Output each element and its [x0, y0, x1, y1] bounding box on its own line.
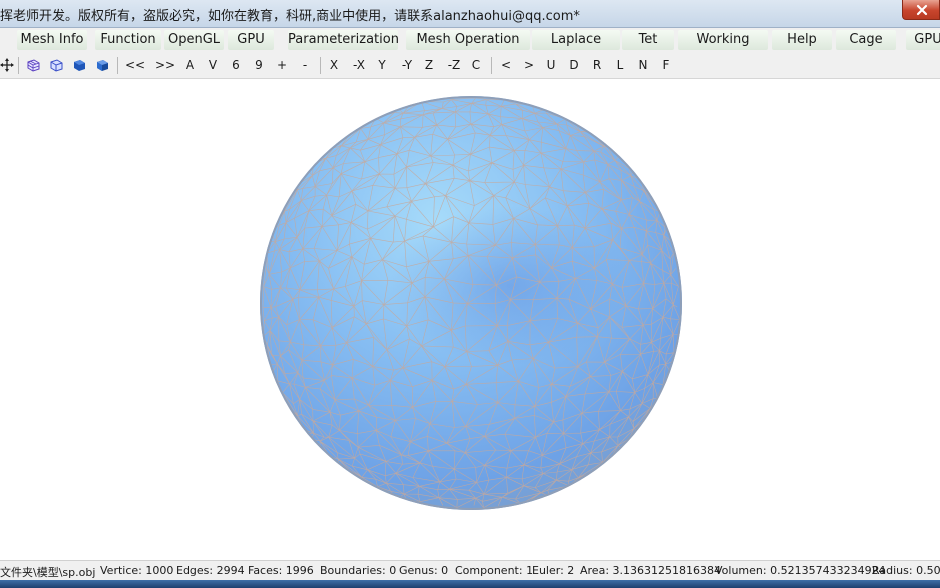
- close-icon: [916, 4, 928, 16]
- menu-gpu-2[interactable]: GPU: [906, 30, 940, 50]
- mesh-outline-icon[interactable]: [49, 58, 63, 72]
- nine-button[interactable]: 9: [251, 57, 267, 73]
- view-z-button[interactable]: Z: [421, 57, 437, 73]
- toolbar-separator: [320, 57, 321, 74]
- v-button[interactable]: V: [205, 57, 221, 73]
- status-file-path: 文件夹\模型\sp.obj: [0, 566, 96, 579]
- toolbar-separator: [491, 57, 492, 74]
- view-neg-x-button[interactable]: -X: [349, 57, 369, 73]
- menu-mesh-info[interactable]: Mesh Info: [17, 30, 87, 50]
- toolbar-separator: [18, 57, 19, 74]
- menu-opengl[interactable]: OpenGL: [164, 30, 224, 50]
- view-neg-z-button[interactable]: -Z: [444, 57, 464, 73]
- wireframe-icon[interactable]: [26, 58, 40, 72]
- menu-function[interactable]: Function: [95, 30, 161, 50]
- opengl-viewport[interactable]: [0, 80, 940, 558]
- menu-working[interactable]: Working: [678, 30, 768, 50]
- toolbar-separator: [117, 57, 118, 74]
- zoom-in-button[interactable]: +: [274, 57, 290, 73]
- menu-bar: Mesh Info Function OpenGL GPU Parameteri…: [0, 28, 940, 52]
- six-button[interactable]: 6: [228, 57, 244, 73]
- status-euler: Euler: 2: [532, 564, 575, 577]
- rotate-right-button[interactable]: >: [521, 57, 537, 73]
- down-button[interactable]: D: [566, 57, 582, 73]
- next-next-button[interactable]: >>: [155, 57, 175, 73]
- status-genus: Genus: 0: [399, 564, 449, 577]
- toolbar: << >> A V 6 9 + - X -X Y -Y Z -Z C < > U…: [0, 52, 940, 79]
- menu-laplace[interactable]: Laplace: [532, 30, 620, 50]
- a-button[interactable]: A: [182, 57, 198, 73]
- view-y-button[interactable]: Y: [374, 57, 390, 73]
- near-button[interactable]: N: [635, 57, 651, 73]
- menu-parameterization[interactable]: Parameterization: [288, 30, 399, 50]
- zoom-out-button[interactable]: -: [297, 57, 313, 73]
- status-component: Component: 1: [455, 564, 534, 577]
- menu-mesh-operation[interactable]: Mesh Operation: [406, 30, 530, 50]
- status-vertices: Vertice: 1000: [100, 564, 174, 577]
- left-button[interactable]: L: [612, 57, 628, 73]
- prev-prev-button[interactable]: <<: [125, 57, 145, 73]
- window-title: 挥老师开发。版权所有，盗版必究，如你在教育，科研,商业中使用，请联系alanzh…: [0, 9, 580, 24]
- center-button[interactable]: C: [468, 57, 484, 73]
- status-area: Area: 3.13631251816384: [580, 564, 721, 577]
- menu-gpu[interactable]: GPU: [228, 30, 274, 50]
- solid-cube-icon[interactable]: [72, 58, 86, 72]
- right-button[interactable]: R: [589, 57, 605, 73]
- status-volume: Volumen: 0.521357433234924: [715, 564, 886, 577]
- status-boundaries: Boundaries: 0: [320, 564, 397, 577]
- shaded-cube-icon[interactable]: [95, 58, 109, 72]
- view-x-button[interactable]: X: [326, 57, 342, 73]
- menu-cage[interactable]: Cage: [836, 30, 896, 50]
- view-neg-y-button[interactable]: -Y: [397, 57, 417, 73]
- status-edges: Edges: 2994: [176, 564, 245, 577]
- menu-help[interactable]: Help: [772, 30, 832, 50]
- status-radius: Radius: 0.501: [872, 564, 940, 577]
- close-button[interactable]: [902, 0, 940, 20]
- taskbar-strip: [0, 580, 940, 588]
- status-faces: Faces: 1996: [248, 564, 314, 577]
- up-button[interactable]: U: [543, 57, 559, 73]
- menu-tet[interactable]: Tet: [622, 30, 674, 50]
- move-icon[interactable]: [0, 58, 14, 72]
- status-bar: 文件夹\模型\sp.obj Vertice: 1000 Edges: 2994 …: [0, 560, 940, 580]
- far-button[interactable]: F: [658, 57, 674, 73]
- sphere-mesh: [260, 96, 682, 510]
- title-bar: 挥老师开发。版权所有，盗版必究，如你在教育，科研,商业中使用，请联系alanzh…: [0, 0, 940, 28]
- rotate-left-button[interactable]: <: [498, 57, 514, 73]
